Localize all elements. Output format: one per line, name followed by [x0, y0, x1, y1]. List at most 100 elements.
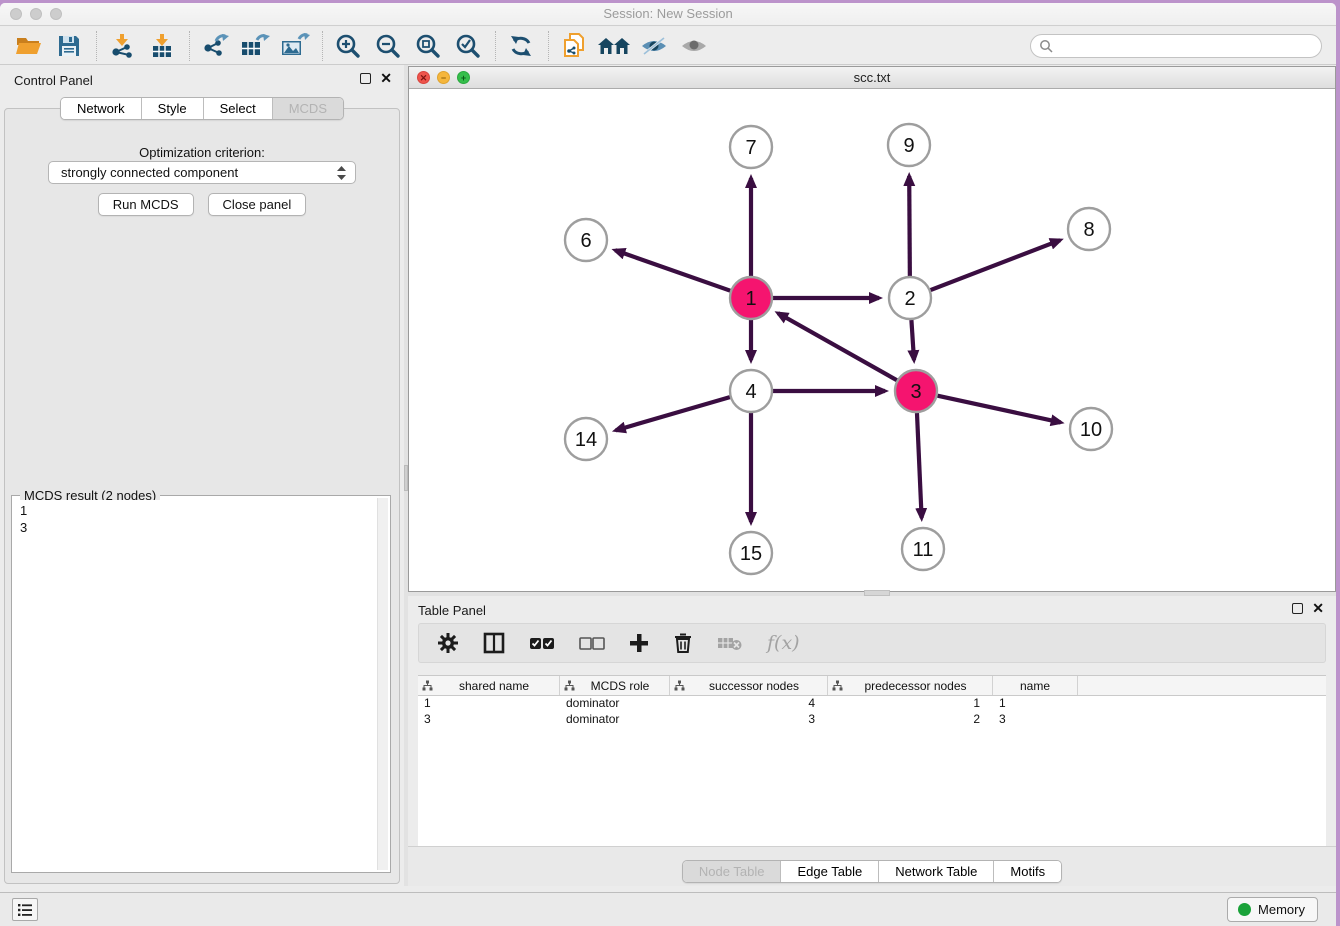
graph-edge-3-1[interactable] [778, 313, 897, 380]
graph-node-6[interactable]: 6 [565, 219, 607, 261]
table-header-row: shared nameMCDS rolesuccessor nodesprede… [418, 676, 1326, 696]
zoom-fit-button[interactable] [411, 31, 445, 61]
table-cell[interactable]: 3 [670, 712, 828, 728]
column-header-name[interactable]: name [993, 676, 1078, 695]
zoom-out-icon [375, 33, 401, 59]
table-tab-motifs[interactable]: Motifs [993, 861, 1061, 882]
main-toolbar [0, 27, 1336, 65]
graph-edge-2-3[interactable] [911, 320, 914, 360]
refresh-button[interactable] [504, 31, 538, 61]
tab-select[interactable]: Select [203, 98, 272, 119]
import-network-button[interactable] [105, 31, 139, 61]
control-panel-title: Control Panel [14, 73, 93, 88]
table-cell[interactable]: dominator [560, 712, 670, 728]
network-canvas[interactable]: 7 9 6 8 1 2 4 3 14 10 15 11 [409, 89, 1335, 591]
column-header-predecessor-nodes[interactable]: predecessor nodes [828, 676, 993, 695]
graph-edge-2-8[interactable] [931, 240, 1061, 290]
float-table-panel-icon[interactable] [1292, 603, 1303, 614]
search-input[interactable] [1057, 39, 1307, 54]
new-network-from-selection-button[interactable] [557, 31, 591, 61]
graph-node-14[interactable]: 14 [565, 418, 607, 460]
control-panel-header: Control Panel ✕ [0, 65, 404, 93]
table-cell[interactable]: 1 [418, 696, 560, 712]
task-history-button[interactable] [12, 898, 38, 921]
column-header-successor-nodes[interactable]: successor nodes [670, 676, 828, 695]
refresh-icon [508, 33, 534, 59]
node-label: 4 [745, 381, 756, 403]
result-scrollbar[interactable] [377, 498, 388, 870]
export-network-button[interactable] [198, 31, 232, 61]
close-panel-icon[interactable]: ✕ [380, 73, 392, 84]
table-tab-node-table[interactable]: Node Table [683, 861, 781, 882]
graph-edge-1-6[interactable] [615, 250, 730, 290]
show-all-button[interactable] [677, 31, 711, 61]
show-column-button[interactable] [483, 632, 505, 654]
graph-node-2[interactable]: 2 [889, 277, 931, 319]
table-cell[interactable]: 1 [993, 696, 1078, 712]
network-view-window: ✕ − + scc.txt 7968124314101511 [408, 66, 1336, 592]
graph-node-4[interactable]: 4 [730, 370, 772, 412]
zoom-in-button[interactable] [331, 31, 365, 61]
network-graph: 7 9 6 8 1 2 4 3 14 10 15 11 [409, 89, 1335, 591]
window-title: Session: New Session [0, 6, 1336, 21]
home-button[interactable] [597, 31, 631, 61]
houses-icon [598, 34, 630, 58]
zoom-selected-button[interactable] [451, 31, 485, 61]
node-label: 6 [580, 230, 591, 252]
run-mcds-button[interactable]: Run MCDS [98, 193, 194, 216]
mcds-result-text[interactable]: 1 3 [14, 500, 376, 870]
tree-icon [674, 680, 685, 691]
zoom-out-button[interactable] [371, 31, 405, 61]
graph-edge-3-10[interactable] [937, 396, 1060, 423]
select-all-columns-button[interactable] [529, 636, 555, 650]
export-table-button[interactable] [238, 31, 272, 61]
tree-icon [832, 680, 843, 691]
table-tab-network-table[interactable]: Network Table [878, 861, 993, 882]
graph-node-10[interactable]: 10 [1070, 408, 1112, 450]
graph-edge-3-11[interactable] [917, 413, 922, 518]
graph-node-1[interactable]: 1 [730, 277, 772, 319]
graph-edge-2-9[interactable] [909, 176, 910, 276]
column-header-shared-name[interactable]: shared name [418, 676, 560, 695]
delete-row-button[interactable] [673, 632, 693, 654]
node-label: 8 [1083, 219, 1094, 241]
criterion-dropdown[interactable]: strongly connected component [48, 161, 356, 184]
graph-node-8[interactable]: 8 [1068, 208, 1110, 250]
table-cell[interactable]: 4 [670, 696, 828, 712]
float-panel-icon[interactable] [360, 73, 371, 84]
tab-style[interactable]: Style [141, 98, 203, 119]
add-row-button[interactable] [629, 633, 649, 653]
table-cell[interactable]: 3 [418, 712, 560, 728]
graph-node-15[interactable]: 15 [730, 532, 772, 574]
tab-network[interactable]: Network [61, 98, 141, 119]
graph-edge-4-14[interactable] [616, 397, 730, 430]
memory-button[interactable]: Memory [1227, 897, 1318, 922]
table-cell[interactable]: 3 [993, 712, 1078, 728]
table-cell[interactable]: 1 [828, 696, 993, 712]
close-table-panel-icon[interactable]: ✕ [1312, 603, 1324, 614]
tab-mcds[interactable]: MCDS [272, 98, 343, 119]
unselect-all-columns-button[interactable] [579, 636, 605, 650]
graph-node-3[interactable]: 3 [895, 370, 937, 412]
graph-node-7[interactable]: 7 [730, 126, 772, 168]
graph-node-11[interactable]: 11 [902, 528, 944, 570]
export-image-button[interactable] [278, 31, 312, 61]
dropdown-stepper-icon [336, 165, 347, 181]
table-tab-edge-table[interactable]: Edge Table [780, 861, 878, 882]
close-panel-button[interactable]: Close panel [208, 193, 307, 216]
save-session-button[interactable] [52, 31, 86, 61]
hide-selected-button[interactable] [637, 31, 671, 61]
node-table: shared nameMCDS rolesuccessor nodesprede… [418, 675, 1326, 846]
import-table-button[interactable] [145, 31, 179, 61]
table-cell[interactable]: 2 [828, 712, 993, 728]
export-network-icon [201, 33, 229, 59]
table-settings-button[interactable] [437, 632, 459, 654]
export-image-icon [280, 33, 310, 59]
search-field[interactable] [1030, 34, 1322, 58]
table-cell[interactable]: dominator [560, 696, 670, 712]
network-document-icon [561, 32, 587, 60]
graph-node-9[interactable]: 9 [888, 124, 930, 166]
export-table-icon [240, 33, 270, 59]
column-header-MCDS-role[interactable]: MCDS role [560, 676, 670, 695]
open-session-button[interactable] [12, 31, 46, 61]
